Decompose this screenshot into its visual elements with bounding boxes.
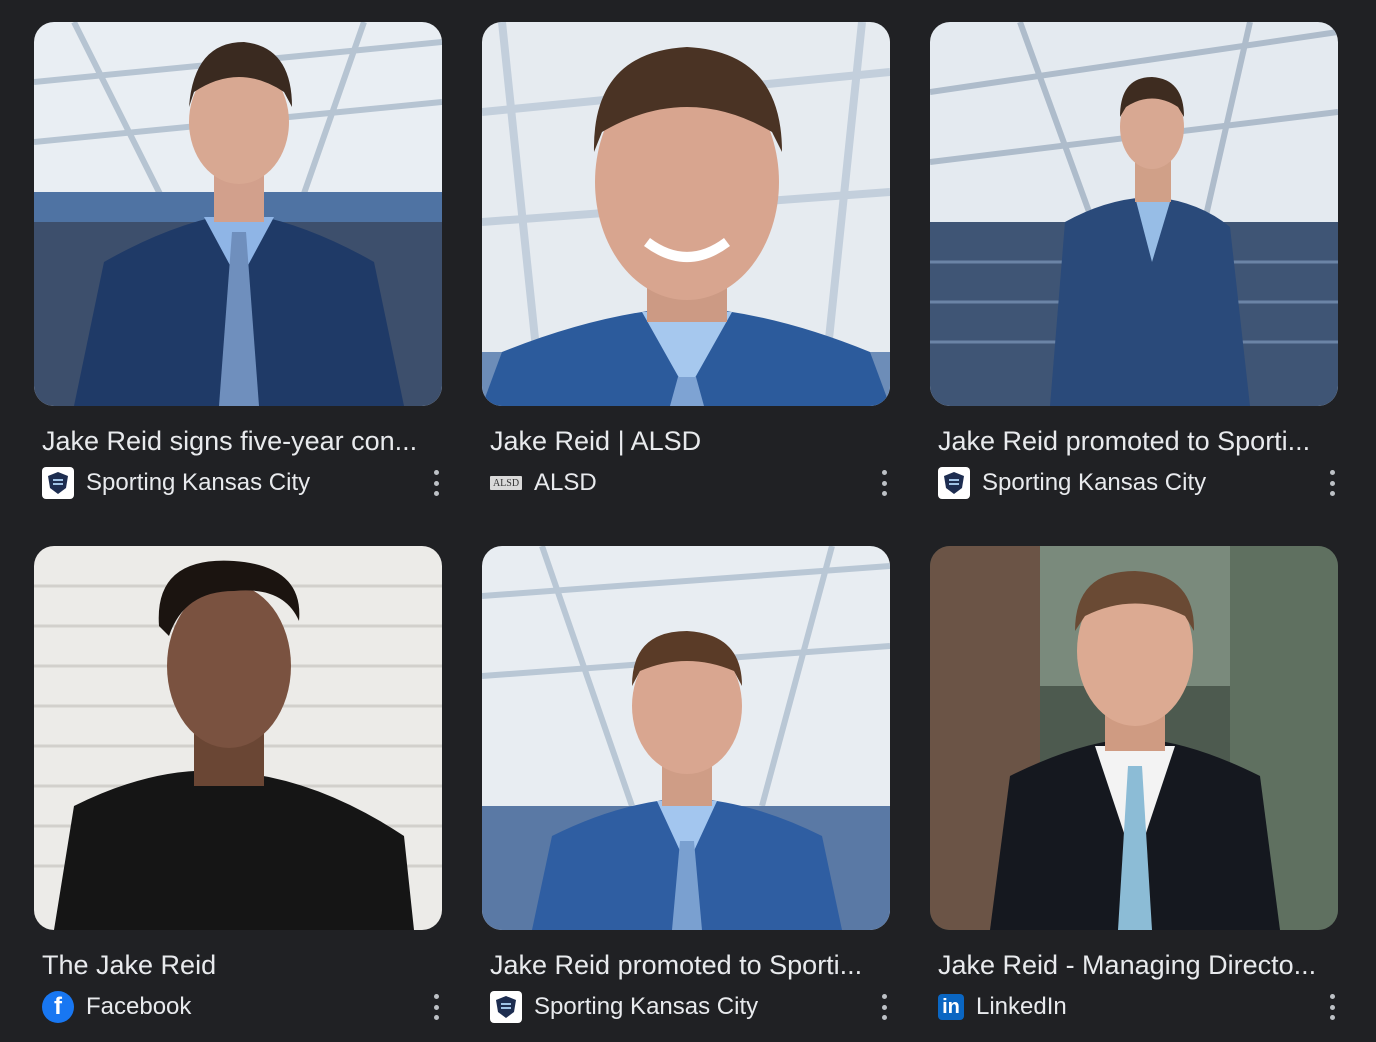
sporting-kc-logo-icon (42, 467, 74, 499)
result-source: in LinkedIn (938, 990, 1338, 1024)
facebook-logo-icon: f (42, 991, 74, 1023)
result-source: Sporting Kansas City (490, 990, 890, 1024)
result-thumbnail[interactable] (482, 22, 890, 406)
result-thumbnail[interactable] (930, 22, 1338, 406)
source-name[interactable]: Sporting Kansas City (86, 469, 310, 497)
source-name[interactable]: ALSD (534, 469, 597, 497)
alsd-logo-icon: ALSD (490, 476, 522, 490)
result-title[interactable]: Jake Reid promoted to Sporti... (490, 948, 882, 982)
source-name[interactable]: Facebook (86, 993, 191, 1021)
image-result-card[interactable]: Jake Reid | ALSD ALSD ALSD (482, 22, 890, 500)
stadium-portrait-image (34, 22, 442, 406)
stadium-walking-image (930, 22, 1338, 406)
more-options-icon[interactable] (430, 468, 442, 498)
result-thumbnail[interactable] (930, 546, 1338, 930)
more-options-icon[interactable] (1326, 468, 1338, 498)
headshot-image (482, 22, 890, 406)
dark-suit-portrait-image (930, 546, 1338, 930)
result-source: ALSD ALSD (490, 466, 890, 500)
more-options-icon[interactable] (878, 992, 890, 1022)
source-name[interactable]: Sporting Kansas City (982, 469, 1206, 497)
image-result-card[interactable]: Jake Reid - Managing Directo... in Linke… (930, 546, 1338, 1024)
black-shirt-portrait-image (34, 546, 442, 930)
source-name[interactable]: Sporting Kansas City (534, 993, 758, 1021)
source-name[interactable]: LinkedIn (976, 993, 1067, 1021)
more-options-icon[interactable] (878, 468, 890, 498)
sporting-kc-logo-icon (490, 991, 522, 1023)
result-thumbnail[interactable] (34, 22, 442, 406)
more-options-icon[interactable] (1326, 992, 1338, 1022)
result-title[interactable]: The Jake Reid (42, 948, 434, 982)
result-thumbnail[interactable] (34, 546, 442, 930)
result-title[interactable]: Jake Reid promoted to Sporti... (938, 424, 1330, 458)
image-results-grid: Jake Reid signs five-year con... Sportin… (0, 0, 1376, 1042)
result-source: f Facebook (42, 990, 442, 1024)
result-thumbnail[interactable] (482, 546, 890, 930)
sporting-kc-logo-icon (938, 467, 970, 499)
result-source: Sporting Kansas City (42, 466, 442, 500)
result-title[interactable]: Jake Reid - Managing Directo... (938, 948, 1330, 982)
more-options-icon[interactable] (430, 992, 442, 1022)
blue-suit-stadium-image (482, 546, 890, 930)
image-result-card[interactable]: The Jake Reid f Facebook (34, 546, 442, 1024)
result-title[interactable]: Jake Reid | ALSD (490, 424, 882, 458)
result-source: Sporting Kansas City (938, 466, 1338, 500)
image-result-card[interactable]: Jake Reid promoted to Sporti... Sporting… (482, 546, 890, 1024)
image-result-card[interactable]: Jake Reid signs five-year con... Sportin… (34, 22, 442, 500)
result-title[interactable]: Jake Reid signs five-year con... (42, 424, 434, 458)
image-result-card[interactable]: Jake Reid promoted to Sporti... Sporting… (930, 22, 1338, 500)
linkedin-logo-icon: in (938, 994, 964, 1020)
